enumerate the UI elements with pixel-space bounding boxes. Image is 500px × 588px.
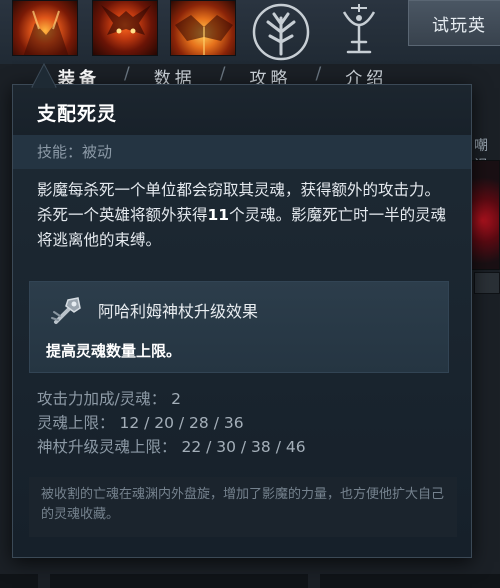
tab-separator: /	[124, 64, 130, 84]
tooltip-caret-icon	[31, 62, 57, 88]
ability-type: 技能：被动	[37, 143, 113, 161]
stat-label: 攻击力加成/灵魂：	[37, 390, 167, 408]
lore-box: 被收割的亡魂在魂渊内外盘旋，增加了影魔的力量，也方便他扩大自己的灵魂收藏。	[29, 477, 457, 537]
stat-label: 灵魂上限：	[37, 414, 115, 432]
hero-portrait-icon	[23, 10, 69, 55]
stat-label: 神杖升级灵魂上限：	[37, 438, 177, 456]
stat-value: 12 / 20 / 28 / 36	[119, 414, 244, 432]
bottom-panel	[0, 574, 38, 588]
hero-portrait-3[interactable]	[170, 0, 236, 56]
try-hero-button[interactable]: 试玩英	[408, 0, 500, 46]
ability-lore: 被收割的亡魂在魂渊内外盘旋，增加了影魔的力量，也方便他扩大自己的灵魂收藏。	[41, 487, 445, 522]
talent-tree-icon[interactable]	[246, 2, 316, 62]
side-small-thumbnail[interactable]	[474, 272, 500, 294]
hero-portrait-1[interactable]	[12, 0, 78, 56]
ability-stats: 攻击力加成/灵魂： 2 灵魂上限： 12 / 20 / 28 / 36 神杖升级…	[37, 387, 306, 459]
scepter-upgrade-box: 阿哈利姆神杖升级效果 提高灵魂数量上限。	[29, 281, 449, 373]
bottom-panel	[320, 574, 500, 588]
ability-description: 影魔每杀死一个单位都会窃取其灵魂，获得额外的攻击力。杀死一个英雄将额外获得11个…	[37, 178, 453, 253]
aghanims-scepter-icon	[51, 297, 81, 324]
tooltip-header: 支配死灵	[13, 85, 471, 135]
tab-separator: /	[219, 64, 226, 84]
hero-portrait-icon	[175, 15, 233, 55]
description-highlight: 11	[207, 206, 230, 224]
scepter-title: 阿哈利姆神杖升级效果	[98, 302, 259, 321]
ability-name: 支配死灵	[37, 103, 118, 125]
stat-value: 22 / 30 / 38 / 46	[181, 438, 306, 456]
stat-row: 攻击力加成/灵魂： 2	[37, 387, 306, 411]
stat-row: 神杖升级灵魂上限： 22 / 30 / 38 / 46	[37, 435, 306, 459]
scepter-description: 提高灵魂数量上限。	[46, 342, 182, 360]
bottom-panel	[50, 574, 308, 588]
tab-separator: /	[315, 64, 322, 84]
side-ability-thumbnail[interactable]	[470, 160, 500, 270]
stat-value: 2	[171, 390, 182, 408]
hero-portrait-2[interactable]	[92, 0, 158, 56]
ability-type-band: 技能：被动	[13, 135, 471, 169]
stat-row: 灵魂上限： 12 / 20 / 28 / 36	[37, 411, 306, 435]
hero-portrait-icon	[101, 5, 151, 35]
talent-chalice-icon[interactable]	[324, 2, 394, 62]
ability-tooltip: 支配死灵 技能：被动 影魔每杀死一个单位都会窃取其灵魂，获得额外的攻击力。杀死一…	[12, 84, 472, 558]
